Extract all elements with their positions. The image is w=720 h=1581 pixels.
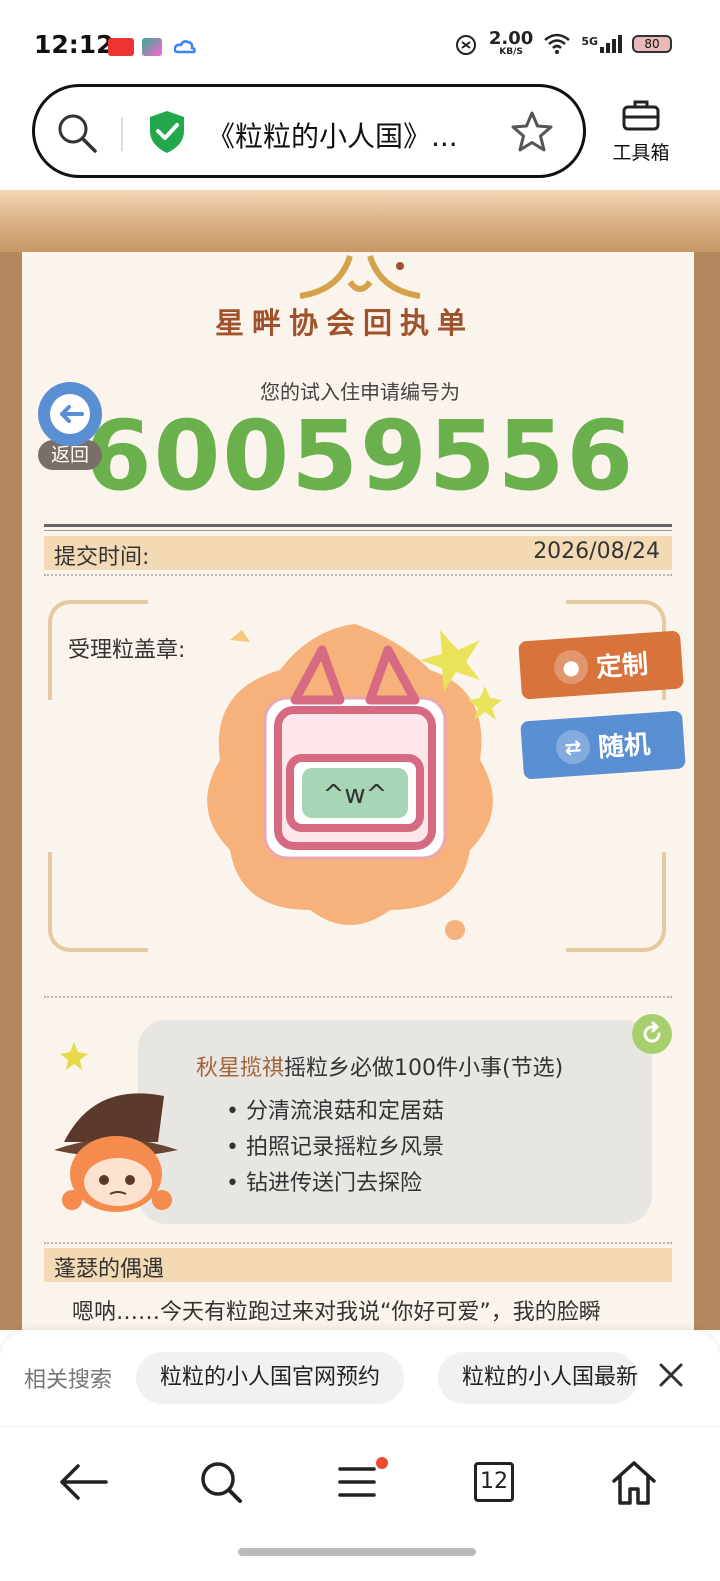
tabs-button[interactable]: 12 — [464, 1457, 524, 1507]
random-button-label: 随机 — [597, 729, 652, 763]
shuffle-icon: ⇄ — [554, 728, 592, 766]
submit-time-value: 2026/08/24 — [533, 539, 660, 564]
list-item: 钻进传送门去探险 — [226, 1166, 444, 1202]
bottom-navigation: 12 — [0, 1426, 720, 1581]
double-rule — [44, 524, 672, 531]
tree-emblem-icon — [299, 255, 421, 299]
menu-icon[interactable] — [328, 1457, 388, 1507]
signal-icon: 5G — [581, 34, 622, 53]
list-item: 拍照记录摇粒乡风景 — [226, 1130, 444, 1166]
bookmark-star-icon[interactable] — [509, 109, 555, 155]
toolbox-label: 工具箱 — [612, 142, 670, 164]
close-icon[interactable] — [656, 1360, 686, 1390]
tip-author: 秋星揽祺 — [196, 1056, 285, 1081]
web-content[interactable]: 星畔协会回执单 您的试入住申请编号为 60059556 返回 提交时间: 202… — [0, 190, 720, 1330]
refresh-button[interactable] — [632, 1014, 672, 1054]
toolbox-icon — [622, 100, 660, 131]
encounter-text: 嗯呐……今天有粒跑过来对我说“你好可爱”，我的脸瞬 — [72, 1300, 601, 1325]
wood-frame-top — [0, 190, 720, 252]
cloud-app-icon — [174, 40, 196, 54]
stamp-face: ^w^ — [323, 780, 388, 810]
refresh-icon — [643, 1021, 661, 1043]
wifi-icon — [544, 33, 571, 54]
back-arrow-icon[interactable] — [54, 1457, 114, 1507]
frame-corner — [48, 852, 148, 952]
search-icon[interactable] — [55, 111, 99, 155]
home-indicator[interactable] — [238, 1548, 476, 1556]
divider — [121, 117, 123, 151]
random-button[interactable]: ⇄ 随机 — [520, 710, 686, 780]
address-bar[interactable]: 《粒粒的小人国》... — [32, 84, 586, 178]
shield-check-icon — [150, 111, 184, 153]
battery-indicator: 80 — [632, 34, 672, 53]
tip-list: 分清流浪菇和定居菇 拍照记录摇粒乡风景 钻进传送门去探险 — [226, 1094, 444, 1202]
list-item: 分清流浪菇和定居菇 — [226, 1094, 444, 1130]
custom-button-label: 定制 — [595, 649, 650, 683]
status-bar: 12:12 2.00 KB/S 5G 80 — [0, 0, 720, 86]
dotted-divider — [44, 1242, 672, 1244]
back-circle[interactable] — [38, 382, 102, 446]
encounter-title: 蓬瑟的偶遇 — [54, 1257, 165, 1282]
home-icon[interactable] — [604, 1457, 664, 1507]
status-time: 12:12 — [34, 30, 114, 59]
status-indicators: 2.00 KB/S 5G 80 — [453, 30, 672, 57]
related-search-label: 相关搜索 — [24, 1368, 113, 1393]
custom-button[interactable]: ● 定制 — [518, 630, 684, 700]
tip-card: 秋星揽祺摇粒乡必做100件小事(节选) 分清流浪菇和定居菇 拍照记录摇粒乡风景 … — [138, 1020, 652, 1224]
alarm-icon — [455, 34, 476, 55]
palette-icon: ● — [552, 648, 590, 686]
witch-mascot-icon — [54, 1042, 178, 1212]
frame-corner — [566, 852, 666, 952]
cat-stamp-icon: ^w^ — [207, 624, 502, 940]
video-app-icon — [142, 38, 162, 56]
related-search-chip[interactable]: 粒粒的小人国最新 — [438, 1352, 638, 1404]
related-search-bar: 相关搜索 粒粒的小人国官网预约 粒粒的小人国最新 — [0, 1330, 720, 1426]
tab-count: 12 — [474, 1462, 514, 1502]
dotted-divider — [44, 996, 672, 998]
related-search-chip[interactable]: 粒粒的小人国官网预约 — [136, 1352, 405, 1404]
submit-time-row: 提交时间: 2026/08/24 — [44, 536, 672, 570]
exit-arrow-icon — [50, 394, 90, 434]
page-title[interactable]: 《粒粒的小人国》... — [207, 115, 458, 155]
application-number: 60059556 — [84, 400, 636, 512]
submit-time-label: 提交时间: — [54, 545, 150, 570]
search-icon[interactable] — [192, 1457, 252, 1507]
dotted-divider — [44, 574, 672, 576]
stamp-label: 受理粒盖章: — [68, 638, 186, 663]
back-button[interactable]: 返回 — [38, 382, 104, 470]
toolbox-button[interactable]: 工具箱 — [604, 98, 678, 165]
net-speed: 2.00 KB/S — [488, 28, 534, 57]
encounter-header: 蓬瑟的偶遇 — [44, 1248, 672, 1282]
tip-title: 秋星揽祺摇粒乡必做100件小事(节选) — [196, 1050, 563, 1082]
sheet-title: 星畔协会回执单 — [215, 306, 475, 340]
tip-title-text: 摇粒乡必做100件小事(节选) — [284, 1056, 564, 1081]
toutiao-icon — [108, 38, 134, 56]
